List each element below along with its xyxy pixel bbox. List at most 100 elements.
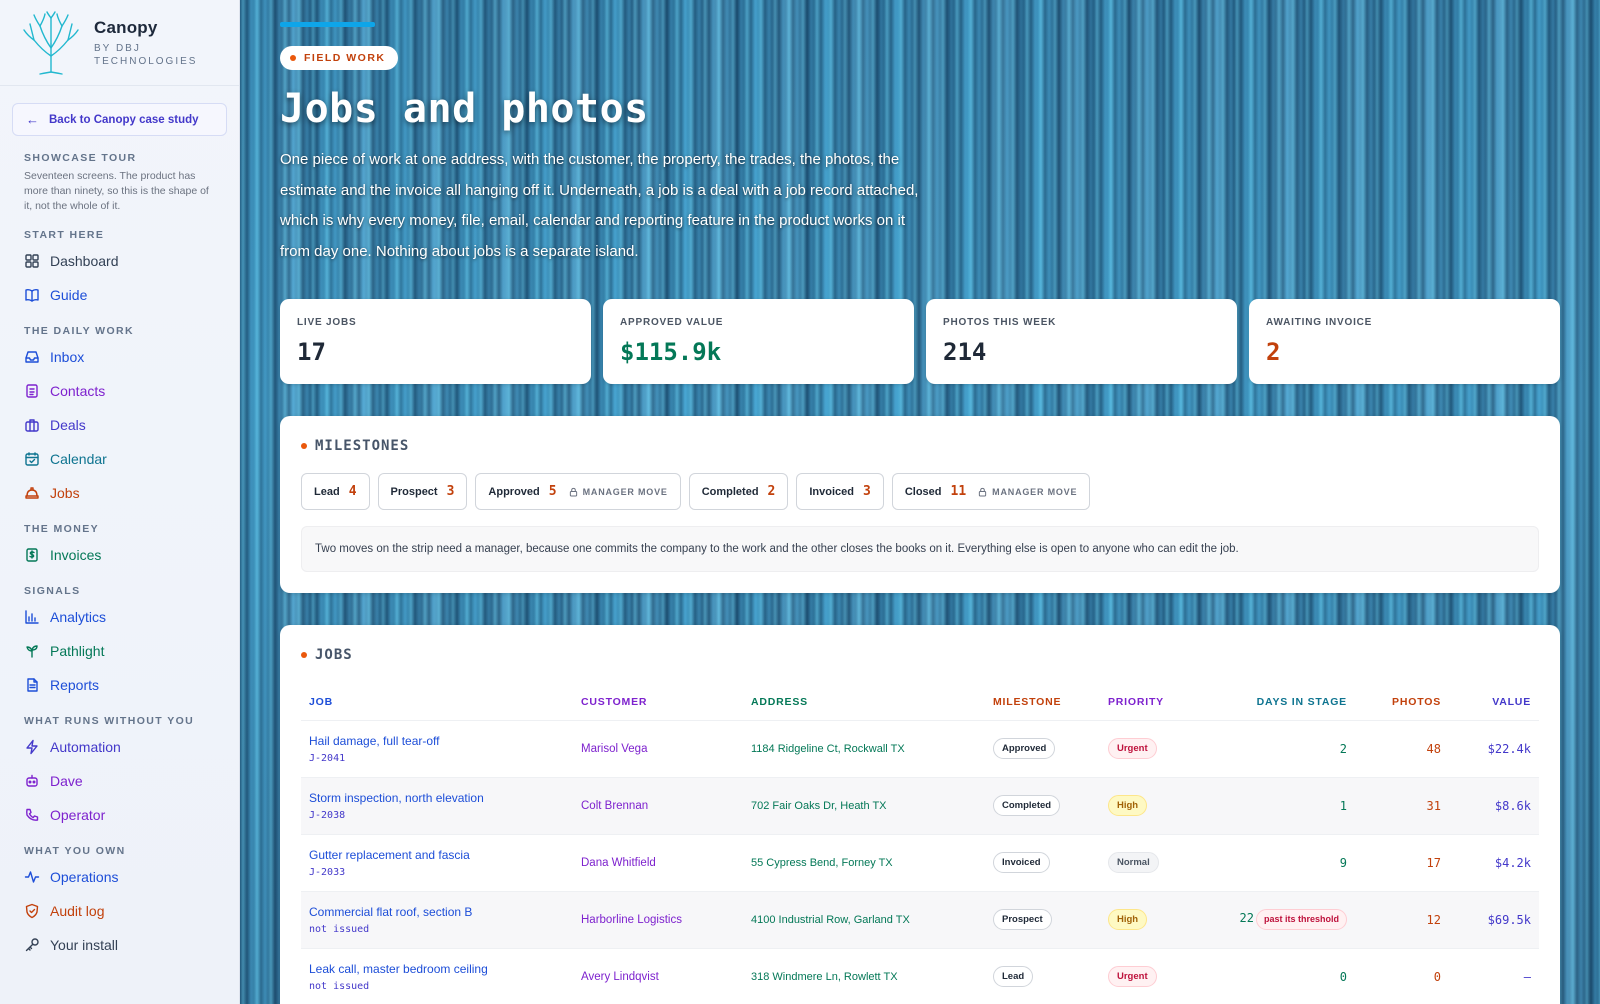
sidebar-item-operator[interactable]: Operator [0, 798, 239, 832]
priority-cell: High [1100, 890, 1215, 948]
address-cell: 1184 Ridgeline Ct, Rockwall TX [743, 719, 985, 777]
inbox-icon [24, 349, 40, 365]
column-header-customer[interactable]: CUSTOMER [573, 684, 743, 720]
sidebar-item-dashboard[interactable]: Dashboard [0, 244, 239, 278]
column-header-value[interactable]: VALUE [1449, 684, 1539, 720]
table-row[interactable]: Hail damage, full tear-off J-2041 Marisol … [301, 719, 1539, 777]
customer-cell[interactable]: Harborline Logistics [573, 890, 743, 948]
milestone-chip-closed[interactable]: Closed 11 MANAGER MOVE [891, 473, 1091, 510]
section-pill-label: FIELD WORK [304, 52, 386, 64]
value-cell: $22.4k [1449, 719, 1539, 777]
tour-description: Seventeen screens. The product has more … [24, 170, 209, 212]
milestones-note: Two moves on the strip need a manager, b… [301, 526, 1539, 572]
sidebar-item-invoices[interactable]: Invoices [0, 538, 239, 572]
jobs-card: JOBS JOB CUSTOMER ADDRESS MILESTONE PRIORITY… [280, 625, 1560, 1004]
sidebar-item-label: Operations [50, 869, 119, 885]
brand[interactable]: Canopy BY DBJ TECHNOLOGIES [0, 0, 239, 86]
column-header-address[interactable]: ADDRESS [743, 684, 985, 720]
table-row[interactable]: Commercial flat roof, section B not issue… [301, 890, 1539, 948]
sidebar-item-label: Jobs [50, 485, 80, 501]
job-id: J-2033 [309, 866, 346, 878]
column-header-job[interactable]: JOB [301, 684, 573, 720]
job-cell[interactable]: Gutter replacement and fascia J-2033 [301, 833, 573, 891]
days-value: 0 [1339, 969, 1347, 984]
job-cell[interactable]: Commercial flat roof, section B not issue… [301, 890, 573, 948]
sidebar-item-contacts[interactable]: Contacts [0, 374, 239, 408]
stat-card-photos-this-week: PHOTOS THIS WEEK 214 [926, 299, 1237, 384]
customer-cell[interactable]: Colt Brennan [573, 776, 743, 834]
customer-cell[interactable]: Dana Whitfield [573, 833, 743, 891]
sidebar-item-guide[interactable]: Guide [0, 278, 239, 312]
column-header-priority[interactable]: PRIORITY [1100, 684, 1215, 720]
sidebar-item-audit-log[interactable]: Audit log [0, 894, 239, 928]
job-title-link[interactable]: Storm inspection, north elevation [309, 791, 565, 805]
milestone-label: Approved [488, 485, 540, 498]
jobs-table: JOB CUSTOMER ADDRESS MILESTONE PRIORITY DAYS … [301, 684, 1539, 1004]
section-pill: FIELD WORK [280, 46, 398, 70]
job-title-link[interactable]: Hail damage, full tear-off [309, 734, 565, 748]
job-id: not issued [309, 980, 370, 992]
sidebar-item-automation[interactable]: Automation [0, 730, 239, 764]
sidebar-item-calendar[interactable]: Calendar [0, 442, 239, 476]
sidebar-item-pathlight[interactable]: Pathlight [0, 634, 239, 668]
milestone-label: Completed [701, 485, 759, 498]
sidebar-item-reports[interactable]: Reports [0, 668, 239, 702]
stat-value: $115.9k [620, 338, 722, 366]
milestone-badge: Prospect [993, 909, 1052, 930]
address-cell: 702 Fair Oaks Dr, Heath TX [743, 776, 985, 834]
sidebar-item-deals[interactable]: Deals [0, 408, 239, 442]
sidebar-item-label: Dave [50, 773, 83, 789]
stat-label: AWAITING INVOICE [1266, 317, 1373, 328]
job-id: J-2041 [309, 752, 346, 764]
lock-label: MANAGER MOVE [582, 486, 668, 497]
sidebar-item-jobs[interactable]: Jobs [0, 476, 239, 510]
milestone-label: Closed [904, 485, 942, 498]
job-title-link[interactable]: Leak call, master bedroom ceiling [309, 962, 565, 976]
sidebar-item-your-install[interactable]: Your install [0, 928, 239, 962]
sidebar-item-dave[interactable]: Dave [0, 764, 239, 798]
bot-icon [24, 773, 40, 789]
table-row[interactable]: Leak call, master bedroom ceiling not iss… [301, 947, 1539, 1004]
milestones-card: MILESTONES Lead 4 Prospect 3 Approved 5 MANAGE… [280, 416, 1560, 593]
calendar-icon [24, 451, 40, 467]
sprout-icon [24, 643, 40, 659]
stat-card-awaiting-invoice: AWAITING INVOICE 2 [1249, 299, 1560, 384]
milestone-chip-approved[interactable]: Approved 5 MANAGER MOVE [475, 473, 681, 510]
milestones-title-text: MILESTONES [315, 438, 410, 454]
job-title-link[interactable]: Commercial flat roof, section B [309, 905, 565, 919]
customer-cell[interactable]: Avery Lindqvist [573, 947, 743, 1004]
back-to-case-study-button[interactable]: ← Back to Canopy case study [12, 103, 227, 136]
lock-icon [569, 487, 577, 497]
table-row[interactable]: Gutter replacement and fascia J-2033 Dana … [301, 833, 1539, 891]
threshold-badge: past its threshold [1255, 909, 1347, 930]
sidebar-item-label: Pathlight [50, 643, 105, 659]
customer-cell[interactable]: Marisol Vega [573, 719, 743, 777]
address-cell: 55 Cypress Bend, Forney TX [743, 833, 985, 891]
job-cell[interactable]: Hail damage, full tear-off J-2041 [301, 719, 573, 777]
milestone-chip-completed[interactable]: Completed 2 [688, 473, 789, 510]
column-header-photos[interactable]: PHOTOS [1355, 684, 1449, 720]
priority-badge: Urgent [1108, 966, 1157, 988]
milestone-chip-prospect[interactable]: Prospect 3 [377, 473, 468, 510]
milestone-label: Lead [314, 485, 340, 498]
days-value: 22 [1239, 911, 1254, 925]
accent-bar [280, 22, 375, 27]
sidebar-item-operations[interactable]: Operations [0, 860, 239, 894]
milestone-chip-lead[interactable]: Lead 4 [301, 473, 370, 510]
value-cell: $4.2k [1449, 833, 1539, 891]
arrow-left-icon: ← [26, 112, 39, 127]
milestone-chip-invoiced[interactable]: Invoiced 3 [796, 473, 884, 510]
table-row[interactable]: Storm inspection, north elevation J-2038 C… [301, 776, 1539, 834]
job-cell[interactable]: Leak call, master bedroom ceiling not iss… [301, 947, 573, 1004]
days-value: 1 [1339, 798, 1347, 813]
column-header-days-in-stage[interactable]: DAYS IN STAGE [1215, 684, 1355, 720]
job-cell[interactable]: Storm inspection, north elevation J-2038 [301, 776, 573, 834]
milestone-cell: Prospect [985, 890, 1100, 948]
job-title-link[interactable]: Gutter replacement and fascia [309, 848, 565, 862]
sidebar-item-analytics[interactable]: Analytics [0, 600, 239, 634]
column-header-milestone[interactable]: MILESTONE [985, 684, 1100, 720]
sidebar-item-inbox[interactable]: Inbox [0, 340, 239, 374]
sidebar-item-label: Audit log [50, 903, 105, 919]
